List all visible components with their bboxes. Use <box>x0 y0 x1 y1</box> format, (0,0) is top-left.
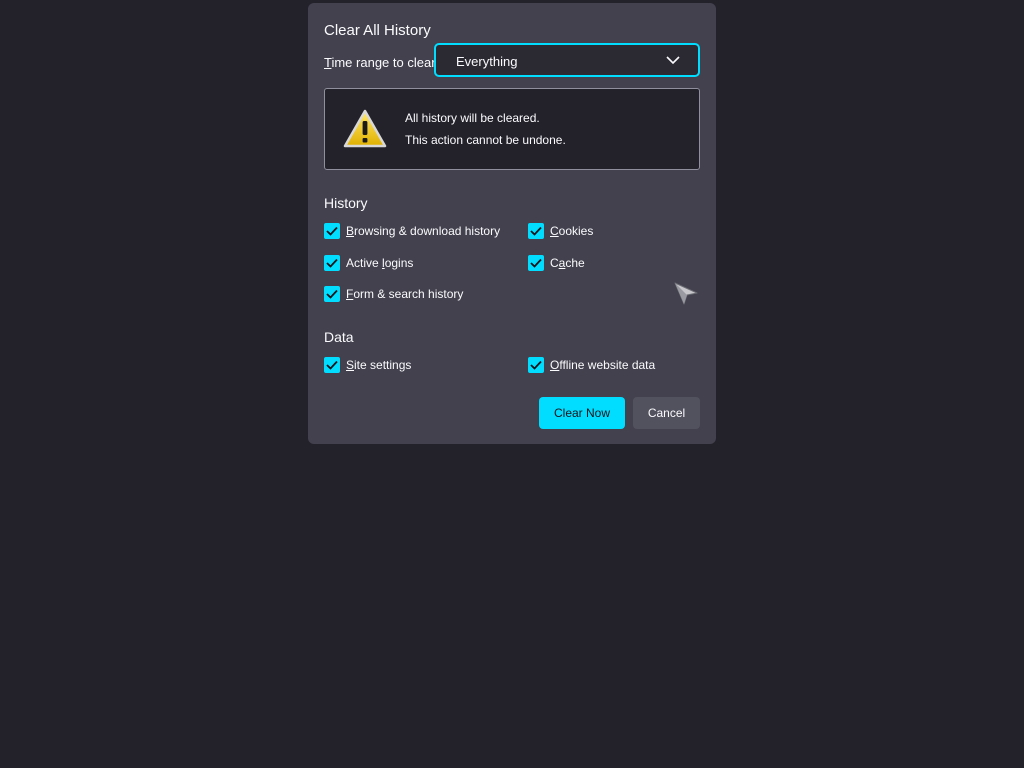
clear-history-dialog: Clear All History Time range to clear: E… <box>308 3 716 444</box>
label-accesskey: O <box>550 357 560 372</box>
checkbox-label: Active logins <box>346 256 413 271</box>
warning-line-2: This action cannot be undone. <box>405 133 566 147</box>
history-section-title: History <box>324 195 368 211</box>
checkbox-form-search-history[interactable]: Form & search history <box>324 286 463 302</box>
warning-box: All history will be cleared. This action… <box>324 88 700 170</box>
checkbox-active-logins[interactable]: Active logins <box>324 255 413 271</box>
checkbox-offline-website-data[interactable]: Offline website data <box>528 357 655 373</box>
label-text: orm & search history <box>353 286 464 301</box>
checkbox-cache[interactable]: Cache <box>528 255 585 271</box>
checkbox-checked-icon <box>324 223 340 239</box>
warning-line-1: All history will be cleared. <box>405 111 540 125</box>
checkbox-label: Site settings <box>346 358 411 373</box>
time-range-label-text: ime range to clear: <box>331 55 440 70</box>
checkbox-checked-icon <box>324 357 340 373</box>
checkbox-checked-icon <box>528 255 544 271</box>
checkbox-checked-icon <box>324 286 340 302</box>
label-text: ogins <box>384 255 414 270</box>
mouse-cursor-icon <box>674 282 698 305</box>
checkbox-label: Cookies <box>550 224 593 239</box>
label-text: ite settings <box>354 357 412 372</box>
time-range-value: Everything <box>456 54 518 69</box>
checkbox-browsing-download-history[interactable]: Browsing & download history <box>324 223 500 239</box>
dialog-title: Clear All History <box>324 22 431 39</box>
label-text: ookies <box>558 223 594 238</box>
data-section-title: Data <box>324 329 354 345</box>
label-text: rowsing & download history <box>354 223 501 238</box>
label-text: Active <box>346 255 383 270</box>
checkbox-site-settings[interactable]: Site settings <box>324 357 411 373</box>
label-accesskey: S <box>346 357 355 372</box>
checkbox-label: Cache <box>550 256 585 271</box>
time-range-select[interactable]: Everything <box>434 43 700 77</box>
label-text: ffline website data <box>559 357 656 372</box>
checkbox-checked-icon <box>528 357 544 373</box>
label-text: che <box>565 255 585 270</box>
time-range-label: Time range to clear: <box>324 55 439 71</box>
checkbox-label: Offline website data <box>550 358 655 373</box>
cancel-button[interactable]: Cancel <box>633 397 700 429</box>
checkbox-cookies[interactable]: Cookies <box>528 223 593 239</box>
label-accesskey: C <box>550 223 559 238</box>
label-accesskey: B <box>346 223 355 238</box>
checkbox-checked-icon <box>528 223 544 239</box>
checkbox-label: Form & search history <box>346 287 463 302</box>
checkbox-checked-icon <box>324 255 340 271</box>
label-text: C <box>550 255 559 270</box>
warning-icon <box>343 109 387 148</box>
checkbox-label: Browsing & download history <box>346 224 500 239</box>
chevron-down-icon <box>666 56 680 65</box>
clear-now-button[interactable]: Clear Now <box>539 397 625 429</box>
